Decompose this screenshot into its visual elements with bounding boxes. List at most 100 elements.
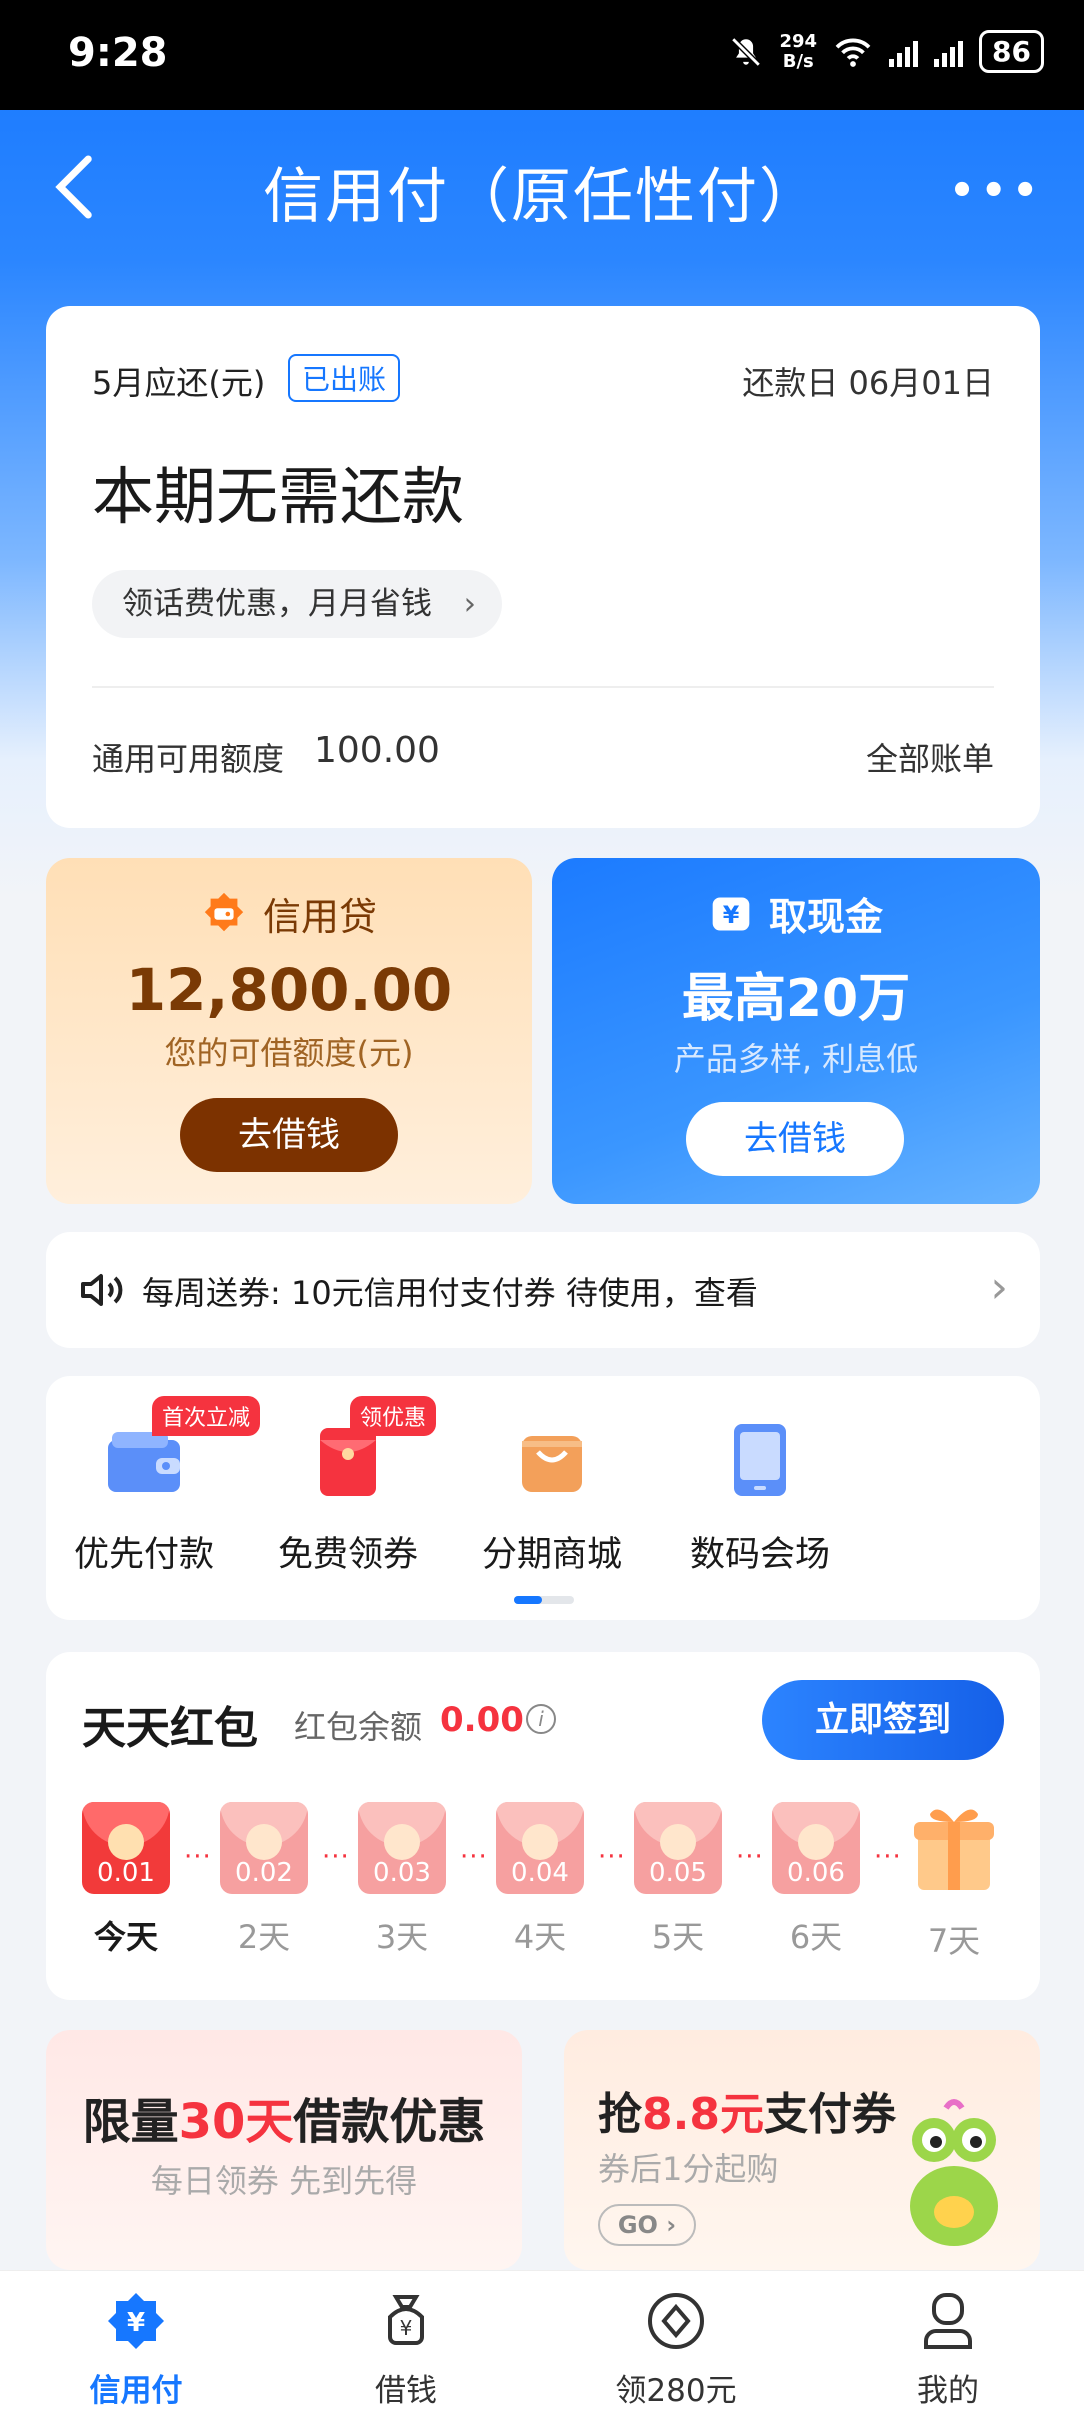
page-title: 信用付（原任性付） xyxy=(263,162,821,232)
service-installment-mall[interactable]: 分期商城 xyxy=(452,1416,652,1577)
shopping-bag-icon xyxy=(508,1416,596,1504)
credit-loan-card[interactable]: 信用贷 12,800.00 您的可借额度(元) 去借钱 xyxy=(46,858,532,1204)
cash-headline: 最高20万 xyxy=(681,969,911,1029)
red-packet-balance-label: 红包余额 xyxy=(294,1708,423,1746)
go-button[interactable]: GO › xyxy=(598,2204,696,2246)
signal-icon-2 xyxy=(934,37,964,67)
promo-title: 限量30天借款优惠 xyxy=(82,2094,486,2150)
day-label: 4天 xyxy=(513,1918,567,1956)
chevron-right-icon: › xyxy=(990,1262,1008,1313)
cash-title: 取现金 xyxy=(768,895,883,939)
promo-subtitle: 券后1分起购 xyxy=(598,2150,779,2188)
red-packet-icon: 0.02 xyxy=(220,1802,308,1894)
divider xyxy=(92,686,994,688)
tab-claim-reward[interactable]: 领280元 xyxy=(576,2289,776,2410)
status-icons: 294 B/s 86 xyxy=(729,30,1044,73)
tab-borrow[interactable]: ¥ 借钱 xyxy=(306,2289,506,2410)
all-bills-link[interactable]: 全部账单 xyxy=(866,734,994,780)
red-packet-icon: 0.04 xyxy=(496,1802,584,1894)
notice-text: 每周送券: 10元信用付支付券 待使用，查看 xyxy=(142,1274,758,1312)
bill-due-date: 还款日 06月01日 xyxy=(742,364,994,402)
day-label: 今天 xyxy=(93,1918,158,1956)
day-item: 7天 xyxy=(910,1802,998,1962)
services-row: 首次立减 优先付款 领优惠 免费领券 分期商城 数码会场 xyxy=(46,1376,1040,1620)
profile-icon xyxy=(924,2293,972,2349)
progress-dots: ··· xyxy=(460,1842,488,1872)
progress-dots: ··· xyxy=(184,1842,212,1872)
day-label: 3天 xyxy=(375,1918,429,1956)
red-packet-icon: 0.03 xyxy=(358,1802,446,1894)
frog-mascot-icon xyxy=(910,2099,998,2246)
red-packet-icon: 0.01 xyxy=(82,1802,170,1894)
service-digital-venue[interactable]: 数码会场 xyxy=(660,1416,860,1577)
loan-discount-banner[interactable]: 限量30天借款优惠 每日领券 先到先得 xyxy=(46,2030,522,2270)
title-bar: 信用付（原任性付） ••• xyxy=(0,110,1084,260)
credit-loan-subtitle: 您的可借额度(元) xyxy=(164,1034,414,1072)
tab-credit-pay[interactable]: ¥ 信用付 xyxy=(36,2289,236,2410)
service-free-coupon[interactable]: 领优惠 免费领券 xyxy=(248,1396,448,1577)
service-label: 分期商城 xyxy=(481,1535,622,1575)
phone-fee-promo-button[interactable]: 领话费优惠，月月省钱 › xyxy=(92,570,502,638)
tablet-icon xyxy=(716,1416,804,1504)
credit-loan-amount: 12,800.00 xyxy=(125,956,453,1024)
day-item: 0.04 4天 xyxy=(496,1802,584,1958)
coin-icon xyxy=(648,2293,704,2349)
speaker-icon xyxy=(81,1274,123,1306)
day-item: 0.06 6天 xyxy=(772,1802,860,1958)
red-packet-balance-value: 0.00 xyxy=(440,1700,524,1740)
promo-label: 领话费优惠，月月省钱 xyxy=(122,586,432,622)
gift-box-icon xyxy=(914,1809,994,1890)
wallet-icon: 首次立减 xyxy=(100,1396,261,1504)
battery-indicator: 86 xyxy=(979,30,1044,73)
net-speed: 294 B/s xyxy=(779,30,818,72)
service-label: 数码会场 xyxy=(689,1535,830,1575)
promo-title: 抢8.8元支付券 xyxy=(598,2089,896,2140)
red-envelope-icon: 领优惠 xyxy=(304,1396,437,1504)
credit-loan-icon xyxy=(204,892,244,931)
credit-pay-icon: ¥ xyxy=(108,2293,164,2349)
progress-dots: ··· xyxy=(322,1842,350,1872)
service-badge: 首次立减 xyxy=(152,1396,261,1436)
money-bag-icon: ¥ xyxy=(388,2295,424,2345)
credit-loan-borrow-button[interactable]: 去借钱 xyxy=(180,1098,398,1172)
payment-coupon-banner[interactable]: 抢8.8元支付券 券后1分起购 GO › xyxy=(564,2030,1040,2270)
available-limit-label: 通用可用额度 xyxy=(92,740,285,778)
progress-dots: ··· xyxy=(874,1842,902,1872)
day-label: 2天 xyxy=(237,1918,291,1956)
coupon-notice-bar[interactable]: 每周送券: 10元信用付支付券 待使用，查看 › xyxy=(46,1232,1040,1348)
more-options-button[interactable]: ••• xyxy=(949,168,1044,214)
status-time: 9:28 xyxy=(68,30,168,76)
service-priority-pay[interactable]: 首次立减 优先付款 xyxy=(46,1396,261,1577)
day-label: 5天 xyxy=(651,1918,705,1956)
wifi-icon xyxy=(835,38,871,67)
mute-bell-icon xyxy=(731,36,762,67)
svg-text:¥: ¥ xyxy=(127,2308,145,2338)
red-packet-title: 天天红包 xyxy=(82,1703,258,1754)
cash-icon: ¥ xyxy=(712,897,750,930)
scroll-indicator xyxy=(514,1596,574,1604)
day-label: 6天 xyxy=(789,1918,843,1956)
chevron-right-icon: › xyxy=(463,586,476,622)
day-item[interactable]: 0.01 今天 xyxy=(82,1802,170,1958)
info-icon[interactable]: i xyxy=(526,1704,556,1734)
svg-text:¥: ¥ xyxy=(723,901,740,929)
cash-subtitle: 产品多样, 利息低 xyxy=(673,1040,919,1078)
cash-borrow-button[interactable]: 去借钱 xyxy=(686,1102,904,1176)
service-label: 优先付款 xyxy=(73,1535,214,1575)
red-packet-icon: 0.05 xyxy=(634,1802,722,1894)
service-label: 免费领券 xyxy=(277,1535,418,1575)
tab-profile[interactable]: 我的 xyxy=(848,2289,1048,2410)
service-badge: 领优惠 xyxy=(350,1396,437,1436)
status-bar: 9:28 294 B/s 86 xyxy=(0,0,1084,110)
bottom-tab-bar: ¥ 信用付 ¥ 借钱 领280元 我的 xyxy=(0,2270,1084,2412)
day-item: 0.03 3天 xyxy=(358,1802,446,1958)
daily-red-packet-card: 天天红包 红包余额 0.00 i 立即签到 0.01 今天 ··· 0.02 2… xyxy=(46,1652,1040,2000)
bill-month-label: 5月应还(元) xyxy=(92,364,266,402)
bill-status-tag: 已出账 xyxy=(288,354,401,402)
bill-status-text: 本期无需还款 xyxy=(92,460,465,533)
available-limit-value: 100.00 xyxy=(314,730,440,771)
sign-in-button[interactable]: 立即签到 xyxy=(762,1680,1004,1760)
progress-dots: ··· xyxy=(598,1842,626,1872)
cash-card[interactable]: ¥ 取现金 最高20万 产品多样, 利息低 去借钱 xyxy=(552,858,1040,1204)
red-packet-icon: 0.06 xyxy=(772,1802,860,1894)
